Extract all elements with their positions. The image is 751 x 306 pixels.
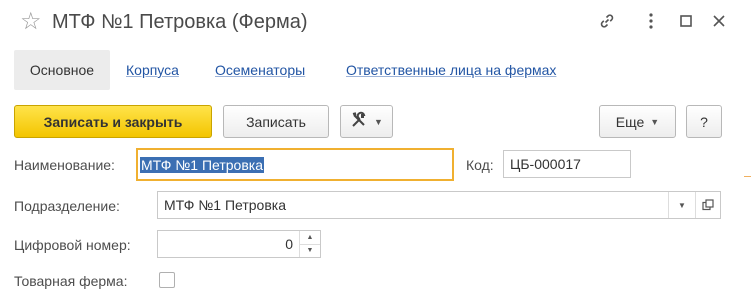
tools-menu-button[interactable]: ▼	[340, 105, 393, 138]
division-select-value: МТФ №1 Петровка	[164, 197, 287, 213]
chevron-down-icon: ▼	[374, 116, 383, 127]
favorite-star-icon[interactable]: ☆	[20, 8, 42, 36]
dropdown-chevron-icon[interactable]: ▼	[668, 192, 695, 218]
tab-buildings[interactable]: Корпуса	[126, 61, 179, 79]
close-icon[interactable]	[708, 10, 730, 32]
tools-icon	[350, 111, 368, 132]
name-input-value: МТФ №1 Петровка	[140, 156, 265, 173]
help-button[interactable]: ?	[686, 105, 722, 138]
more-button[interactable]: Еще ▼	[599, 105, 676, 138]
code-input-value: ЦБ-000017	[510, 156, 581, 172]
tab-responsible-persons[interactable]: Ответственные лица на фермах	[346, 61, 556, 79]
background-edge	[744, 176, 751, 188]
division-select[interactable]: МТФ №1 Петровка ▼	[157, 191, 721, 219]
name-input[interactable]: МТФ №1 Петровка	[136, 148, 454, 181]
open-form-icon[interactable]	[695, 192, 720, 218]
number-stepper[interactable]: ▲ ▼	[299, 231, 320, 257]
window-title: МТФ №1 Петровка (Ферма)	[52, 11, 308, 33]
digital-number-value: 0	[285, 236, 293, 252]
code-input[interactable]: ЦБ-000017	[503, 150, 631, 178]
name-label: Наименование:	[14, 157, 115, 173]
commodity-farm-checkbox[interactable]	[159, 272, 175, 288]
chevron-down-icon: ▼	[650, 116, 660, 127]
more-vertical-icon[interactable]	[640, 10, 662, 32]
division-label: Подразделение:	[14, 198, 120, 214]
tab-inseminators[interactable]: Осеменаторы	[215, 61, 305, 79]
tab-main[interactable]: Основное	[14, 50, 110, 90]
save-and-close-button[interactable]: Записать и закрыть	[14, 105, 212, 138]
maximize-icon[interactable]	[675, 10, 697, 32]
stepper-up-icon[interactable]: ▲	[300, 231, 320, 245]
digital-number-label: Цифровой номер:	[14, 237, 131, 253]
digital-number-input[interactable]: 0 ▲ ▼	[157, 230, 321, 258]
more-button-label: Еще	[615, 113, 645, 130]
link-icon[interactable]	[596, 10, 618, 32]
stepper-down-icon[interactable]: ▼	[300, 245, 320, 258]
save-button[interactable]: Записать	[223, 105, 329, 138]
code-label: Код:	[466, 157, 494, 173]
commodity-farm-label: Товарная ферма:	[14, 273, 128, 289]
